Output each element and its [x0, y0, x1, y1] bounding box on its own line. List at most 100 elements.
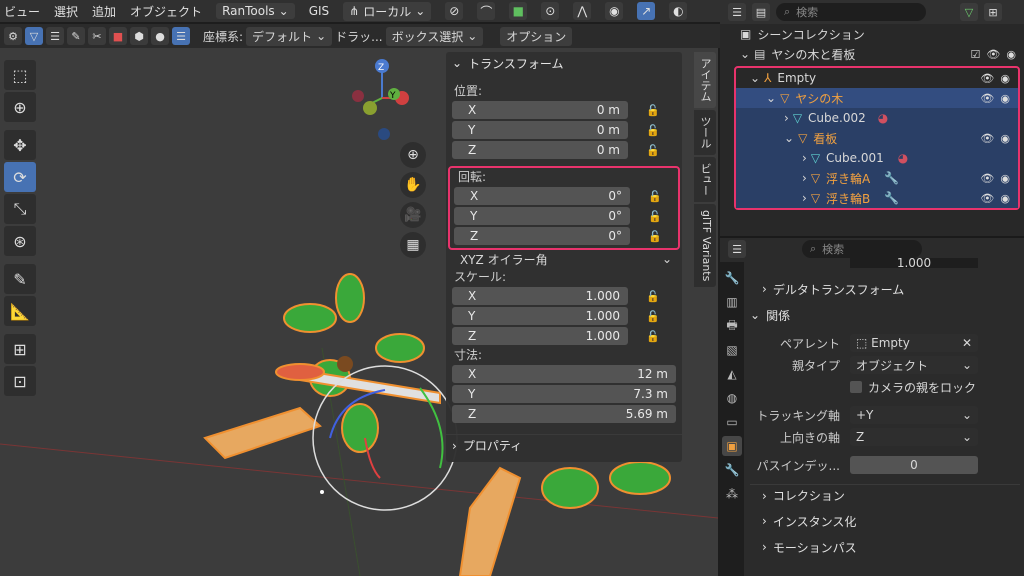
eye-icon[interactable]: 👁 — [980, 132, 994, 145]
rantools-menu[interactable]: RanTools ⌄ — [216, 3, 295, 19]
shading-icon[interactable]: ● — [151, 27, 169, 45]
location-z-field[interactable]: Z0 m — [452, 141, 628, 159]
rotation-z-field[interactable]: Z 0° — [454, 227, 630, 245]
outliner-row-cube001[interactable]: › ▽ Cube.001 ◕ — [736, 148, 1018, 168]
tool-settings-icon[interactable]: 🔧 — [722, 268, 742, 288]
menu-select[interactable]: 選択 — [54, 3, 78, 20]
checkbox-icon[interactable]: ☑ — [971, 48, 981, 61]
world-icon[interactable]: ◍ — [722, 388, 742, 408]
lock-icon[interactable]: 🔓 — [646, 104, 666, 117]
eye-icon[interactable]: 👁 — [980, 72, 994, 85]
scene-icon[interactable]: ◭ — [722, 364, 742, 384]
view-layer-icon[interactable]: ▧ — [722, 340, 742, 360]
parent-field[interactable]: ⬚ Empty ✕ — [850, 334, 978, 352]
eye-icon[interactable]: 👁 — [980, 172, 994, 185]
outliner-row-cube002[interactable]: › ▽ Cube.002 ◕ — [736, 108, 1018, 128]
camera-parent-checkbox[interactable] — [850, 381, 862, 393]
pivot-icon[interactable]: ⊘ — [445, 2, 464, 20]
close-icon[interactable]: ✕ — [962, 336, 972, 350]
view-icon[interactable]: ▤ — [752, 3, 770, 21]
eye-icon[interactable]: 👁 — [980, 192, 994, 205]
add-cube-icon[interactable]: ⊞ — [4, 334, 36, 364]
display-mode-icon[interactable]: ☰ — [728, 3, 746, 21]
rotate-icon[interactable]: ⟳ — [4, 162, 36, 192]
select-mode-dropdown[interactable]: ボックス選択 ⌄ — [385, 26, 484, 46]
modifier-icon[interactable]: 🔧 — [722, 460, 742, 480]
outliner-row-ring-b[interactable]: › ▽ 浮き輪B 🔧 👁 ◉ — [736, 188, 1018, 208]
lock-icon[interactable]: 🔓 — [648, 230, 668, 243]
transform-icon[interactable]: ⊛ — [4, 226, 36, 256]
scale-z-field[interactable]: Z 1.000 — [452, 327, 628, 345]
motion-path-section[interactable]: › モーションパス — [750, 536, 1020, 558]
tab-gltf-variants[interactable]: glTF Variants — [694, 204, 716, 288]
particles-icon[interactable]: ⁂ — [722, 484, 742, 504]
hand-icon[interactable]: ✋ — [400, 172, 426, 198]
cube-icon[interactable]: ⬢ — [130, 27, 148, 45]
tab-item[interactable]: アイテム — [694, 52, 716, 108]
proportional-edit-icon[interactable]: ⊙ — [541, 2, 560, 20]
gizmo-icon[interactable]: ↗ — [637, 2, 656, 20]
location-y-field[interactable]: Y0 m — [452, 121, 628, 139]
gis-menu[interactable]: GIS — [309, 4, 329, 18]
lock-icon[interactable]: 🔓 — [646, 310, 666, 323]
scene-collection-row[interactable]: ▣ シーンコレクション — [720, 24, 1024, 44]
scale-z-field[interactable]: 1.000 — [850, 258, 978, 268]
instancing-section[interactable]: › インスタンス化 — [750, 510, 1020, 532]
zoom-icon[interactable]: ⊕ — [400, 142, 426, 168]
outliner-row-sign[interactable]: ⌄ ▽ 看板 👁 ◉ — [736, 128, 1018, 148]
camera-icon[interactable]: 🎥 — [400, 202, 426, 228]
parent-type-dropdown[interactable]: オブジェクト ⌄ — [850, 356, 978, 374]
dimensions-z-field[interactable]: Z 5.69 m — [452, 405, 676, 423]
menu-icon[interactable]: ☰ — [172, 27, 190, 45]
output-icon[interactable]: 🖶 — [722, 316, 742, 336]
menu-add[interactable]: 追加 — [92, 3, 116, 20]
editor-type-icon[interactable]: ☰ — [728, 240, 746, 258]
dimensions-x-field[interactable]: X 12 m — [452, 365, 676, 383]
lock-icon[interactable]: 🔓 — [646, 144, 666, 157]
annotate-icon[interactable]: ✎ — [4, 264, 36, 294]
tracking-axis-dropdown[interactable]: +Y ⌄ — [850, 406, 978, 424]
pass-index-field[interactable]: 0 — [850, 456, 978, 474]
camera-icon[interactable]: ◉ — [1000, 192, 1010, 205]
record-icon[interactable]: ■ — [109, 27, 127, 45]
move-icon[interactable]: ✥ — [4, 130, 36, 160]
measure-icon[interactable]: 📐 — [4, 296, 36, 326]
relations-section[interactable]: ⌄ 関係 — [750, 304, 1020, 326]
snap-target-icon[interactable]: ■ — [509, 2, 528, 20]
up-axis-dropdown[interactable]: Z ⌄ — [850, 428, 978, 446]
outliner-row-empty[interactable]: ⌄ ⅄ Empty 👁 ◉ — [736, 68, 1018, 88]
location-x-field[interactable]: X0 m — [452, 101, 628, 119]
dimensions-y-field[interactable]: Y 7.3 m — [452, 385, 676, 403]
lock-icon[interactable]: 🔓 — [648, 210, 668, 223]
camera-icon[interactable]: ◉ — [1000, 92, 1010, 105]
camera-icon[interactable]: ◉ — [1000, 132, 1010, 145]
new-collection-icon[interactable]: ⊞ — [984, 3, 1002, 21]
properties-search-input[interactable]: ⌕ 検索 — [802, 240, 922, 258]
camera-icon[interactable]: ◉ — [1000, 172, 1010, 185]
overlay-icon[interactable]: ◐ — [669, 2, 688, 20]
lock-icon[interactable]: 🔓 — [646, 124, 666, 137]
grid-icon[interactable]: ▦ — [400, 232, 426, 258]
transform-header[interactable]: ⌄ トランスフォーム — [446, 52, 682, 74]
outliner-search-input[interactable]: ⌕ 検索 — [776, 3, 926, 21]
visibility-icon[interactable]: ◉ — [605, 2, 624, 20]
scale-y-field[interactable]: Y 1.000 — [452, 307, 628, 325]
camera-icon[interactable]: ◉ — [1000, 72, 1010, 85]
properties-header[interactable]: › プロパティ — [446, 434, 682, 456]
outliner-row-ring-a[interactable]: › ▽ 浮き輪A 🔧 👁 ◉ — [736, 168, 1018, 188]
scale-x-field[interactable]: X 1.000 — [452, 287, 628, 305]
object-icon[interactable]: ▣ — [722, 436, 742, 456]
eye-icon[interactable]: 👁 — [986, 48, 1000, 61]
lock-icon[interactable]: 🔓 — [646, 330, 666, 343]
filter-icon[interactable]: ▽ — [960, 3, 978, 21]
eye-icon[interactable]: 👁 — [980, 92, 994, 105]
coord-dropdown[interactable]: デフォルト ⌄ — [246, 26, 333, 46]
rotation-mode-dropdown[interactable]: XYZ オイラー角 ⌄ — [452, 250, 682, 268]
filter-icon[interactable]: ▽ — [25, 27, 43, 45]
cursor-icon[interactable]: ⊕ — [4, 92, 36, 122]
tools-icon[interactable]: ✂ — [88, 27, 106, 45]
tab-tool[interactable]: ツール — [694, 110, 716, 155]
camera-icon[interactable]: ◉ — [1006, 48, 1016, 61]
lock-icon[interactable]: 🔓 — [646, 290, 666, 303]
menu-object[interactable]: オブジェクト — [130, 3, 202, 20]
